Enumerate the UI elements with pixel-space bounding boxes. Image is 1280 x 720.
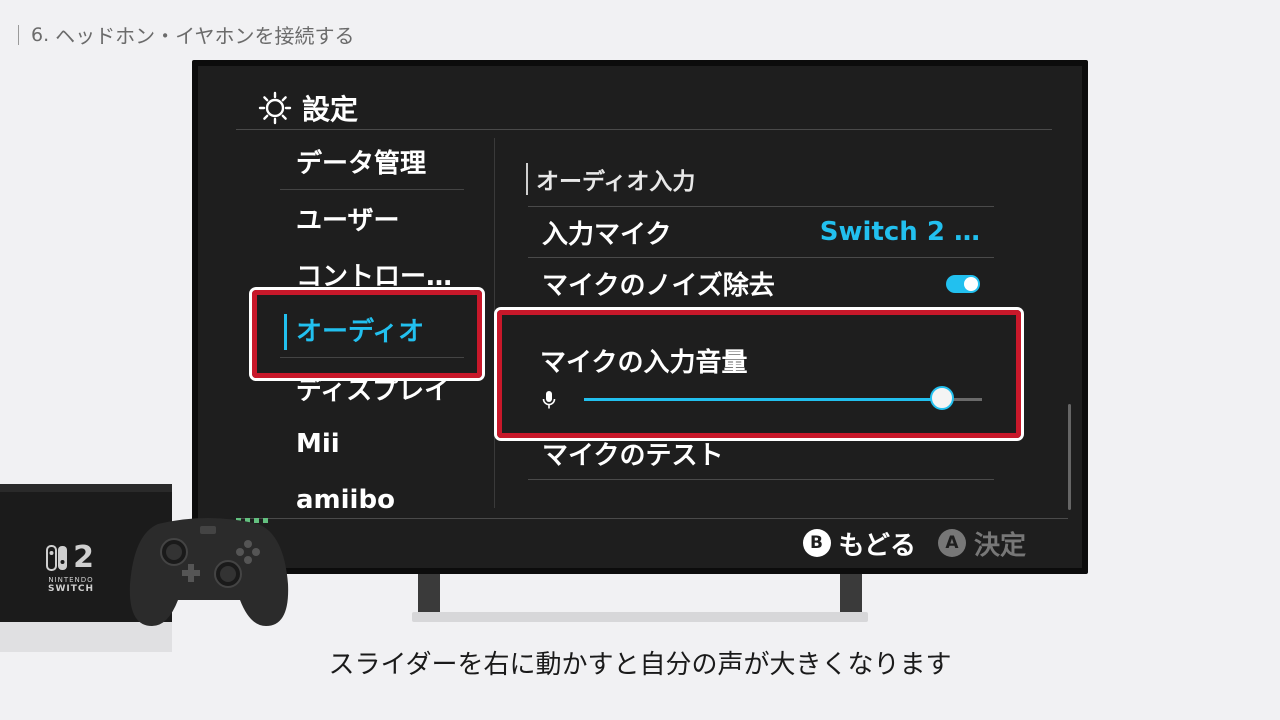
tv-stand-base — [412, 612, 868, 622]
footer-divider — [236, 518, 1068, 519]
input-mic-row[interactable]: 入力マイク Switch 2 … — [528, 206, 994, 258]
sidebar-item-label: amiibo — [296, 485, 395, 515]
switch-logo-number: 2 — [73, 540, 94, 575]
mic-test-label: マイクのテスト — [542, 441, 724, 471]
input-mic-label: 入力マイク — [542, 219, 672, 250]
confirm-label[interactable]: 決定 — [974, 525, 1026, 562]
sidebar-item-mii[interactable]: Mii — [280, 416, 464, 472]
sidebar-item-data-management[interactable]: データ管理 — [280, 134, 464, 190]
footer-bar: B もどる A 決定 — [802, 524, 1026, 562]
step-title-text: ヘッドホン・イヤホンを接続する — [55, 24, 355, 48]
highlight-audio-frame — [252, 290, 482, 378]
section-heading: オーディオ入力 — [526, 162, 695, 196]
sidebar-item-users[interactable]: ユーザー — [280, 190, 464, 246]
sidebar-item-label: ユーザー — [296, 205, 400, 236]
header-divider — [236, 129, 1052, 130]
section-bar — [526, 163, 528, 195]
gear-icon — [258, 91, 292, 125]
b-button-icon[interactable]: B — [802, 529, 831, 557]
caption: スライダーを右に動かすと自分の声が大きくなります — [328, 650, 952, 680]
section-title: オーディオ入力 — [536, 169, 696, 195]
switch-logo: 2 — [46, 540, 94, 575]
sidebar-item-label: データ管理 — [296, 149, 427, 179]
step-number: 6. — [31, 23, 50, 46]
back-label[interactable]: もどる — [839, 525, 916, 562]
switch-brand-text: NINTENDO SWITCH — [47, 576, 95, 594]
input-mic-value: Switch 2 … — [819, 217, 980, 247]
highlight-volume-frame — [497, 310, 1021, 438]
sidebar-item-amiibo[interactable]: amiibo — [280, 472, 464, 528]
sidebar-item-label: Mii — [296, 429, 340, 459]
a-button-icon[interactable]: A — [937, 529, 966, 557]
noise-reduction-label: マイクのノイズ除去 — [542, 271, 775, 301]
pro-controller-icon — [129, 518, 289, 626]
step-divider — [18, 24, 19, 45]
dock-top — [0, 484, 172, 492]
step-title: 6. ヘッドホン・イヤホンを接続する — [18, 20, 355, 49]
noise-reduction-row[interactable]: マイクのノイズ除去 — [528, 258, 994, 310]
pane-divider — [494, 138, 495, 508]
brand-line-2: SWITCH — [47, 584, 95, 594]
joycon-logo-icon — [46, 544, 67, 571]
scrollbar[interactable] — [1068, 404, 1071, 510]
settings-title: 設定 — [302, 93, 359, 126]
settings-header: 設定 — [258, 88, 358, 128]
noise-reduction-toggle[interactable] — [946, 274, 980, 293]
sidebar-item-label: コントロー… — [296, 261, 453, 292]
toggle-knob — [964, 276, 978, 291]
